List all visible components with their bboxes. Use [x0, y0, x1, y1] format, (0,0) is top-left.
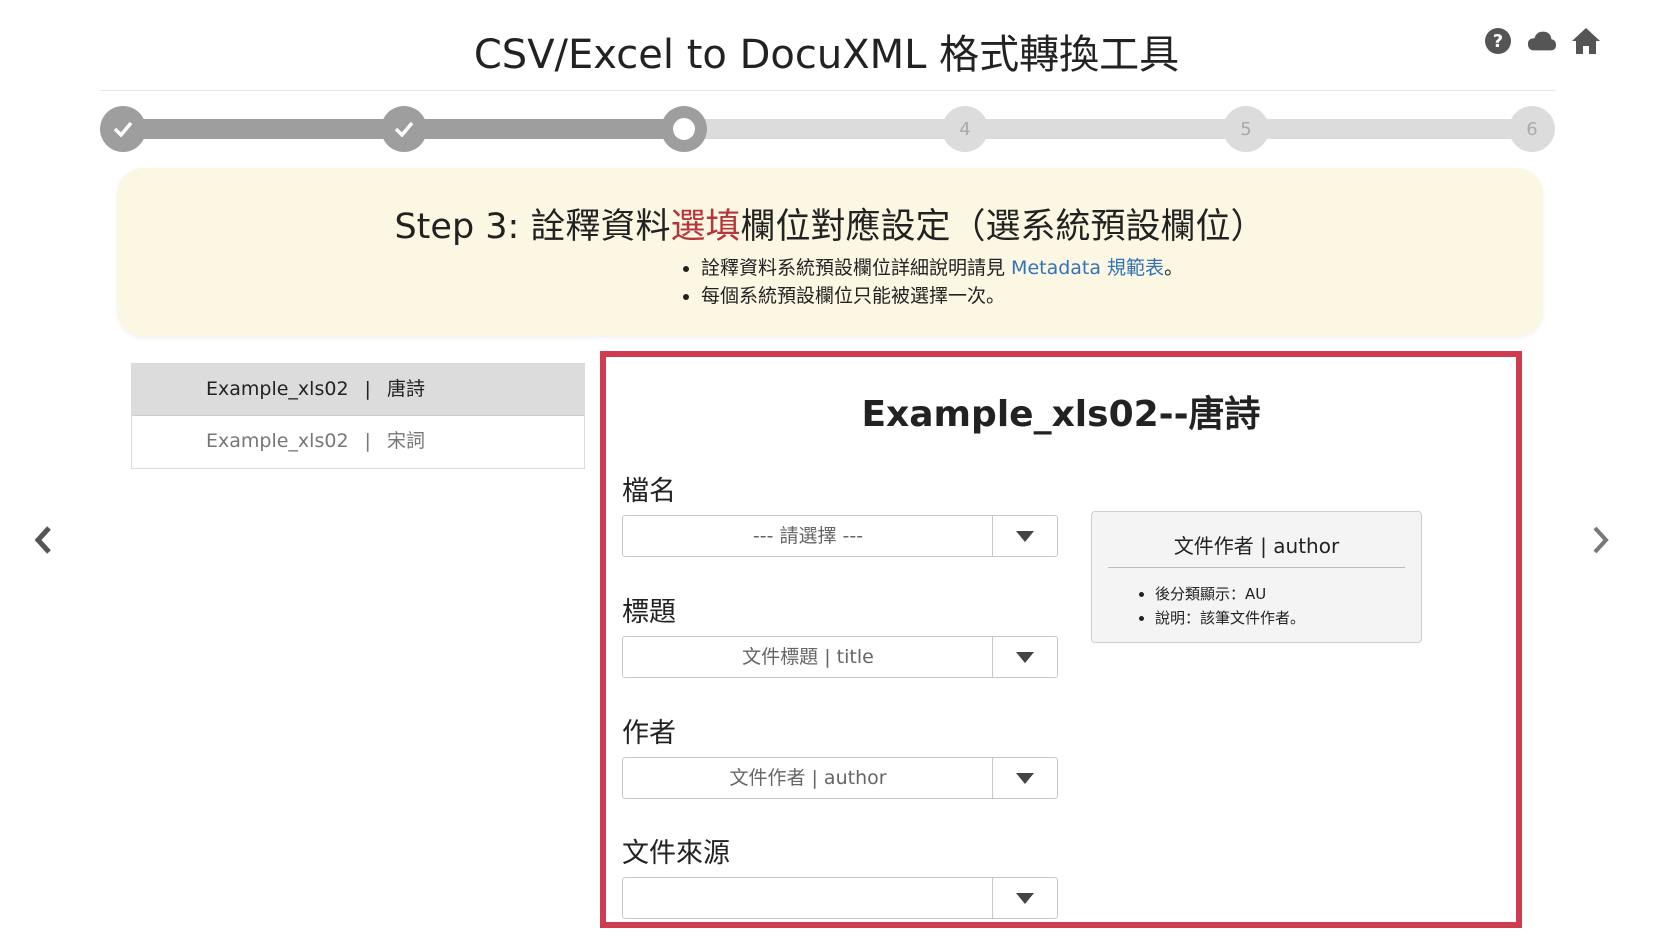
next-arrow-icon[interactable] [1586, 520, 1616, 560]
step-heading-prefix: Step 3: 詮釋資料 [394, 207, 671, 247]
sheet-file-name: Example_xls02 [206, 378, 349, 400]
caret-down-icon[interactable] [992, 878, 1057, 918]
step-3[interactable] [661, 106, 707, 152]
field-label-author: 作者 [622, 718, 676, 749]
instruction-item: 每個系統預設欄位只能被選擇一次。 [701, 282, 1183, 310]
author-select[interactable]: 文件作者 | author [622, 757, 1058, 799]
instructions-banner: Step 3: 詮釋資料選填欄位對應設定（選系統預設欄位） 詮釋資料系統預設欄位… [117, 168, 1543, 336]
sheet-item-tang[interactable]: Example_xls02 | 唐詩 [132, 364, 584, 416]
select-value [623, 878, 993, 918]
step-1[interactable] [100, 106, 146, 152]
select-value: --- 請選擇 --- [752, 525, 864, 547]
field-label-source: 文件來源 [622, 838, 730, 869]
sheet-name: 唐詩 [386, 378, 425, 400]
check-icon [113, 121, 133, 137]
title-select[interactable]: 文件標題 | title [622, 636, 1058, 678]
step-heading-suffix: 欄位對應設定（選系統預設欄位） [740, 207, 1266, 247]
sheet-name: 宋詞 [386, 430, 425, 452]
instruction-item: 詮釋資料系統預設欄位詳細說明請見 Metadata 規範表。 [701, 254, 1183, 282]
caret-down-icon[interactable] [992, 516, 1057, 556]
step-5[interactable]: 5 [1223, 106, 1269, 152]
select-value: 文件作者 | author [729, 767, 887, 789]
filename-select[interactable]: --- 請選擇 --- [622, 515, 1058, 557]
title-divider [100, 90, 1555, 91]
sheet-separator: | [364, 430, 371, 452]
caret-down-icon[interactable] [992, 758, 1057, 798]
progress-stepper: 4 5 6 [100, 106, 1555, 152]
sheet-item-song[interactable]: Example_xls02 | 宋詞 [132, 416, 584, 467]
instruction-end: 。 [1164, 257, 1184, 279]
current-step-dot [673, 118, 695, 140]
prev-arrow-icon[interactable] [28, 520, 58, 560]
info-card-item: 後分類顯示：AU [1155, 582, 1421, 606]
check-icon [394, 121, 414, 137]
sheet-list: Example_xls02 | 唐詩 Example_xls02 | 宋詞 [131, 363, 585, 469]
info-card-item: 說明：該筆文件作者。 [1155, 606, 1421, 630]
info-card-title: 文件作者 | author [1108, 530, 1405, 568]
field-label-title: 標題 [622, 597, 676, 628]
instruction-text: 詮釋資料系統預設欄位詳細說明請見 [701, 257, 1012, 279]
instructions-list: 詮釋資料系統預設欄位詳細說明請見 Metadata 規範表。 每個系統預設欄位只… [677, 254, 1183, 310]
metadata-spec-link[interactable]: Metadata 規範表 [1011, 257, 1164, 279]
step-heading: Step 3: 詮釋資料選填欄位對應設定（選系統預設欄位） [117, 198, 1543, 249]
sheet-separator: | [364, 378, 371, 400]
step-6[interactable]: 6 [1509, 106, 1555, 152]
step-4[interactable]: 4 [942, 106, 988, 152]
step-2[interactable] [381, 106, 427, 152]
info-card-list: 後分類顯示：AU 說明：該筆文件作者。 [1092, 582, 1421, 630]
sheet-file-name: Example_xls02 [206, 430, 349, 452]
field-info-card: 文件作者 | author 後分類顯示：AU 說明：該筆文件作者。 [1091, 511, 1422, 643]
caret-down-icon[interactable] [992, 637, 1057, 677]
field-label-filename: 檔名 [622, 476, 676, 507]
select-value: 文件標題 | title [742, 646, 874, 668]
page-title: CSV/Excel to DocuXML 格式轉換工具 [473, 32, 1180, 78]
field-mapping-panel: Example_xls02--唐詩 檔名 --- 請選擇 --- 標題 文件標題… [600, 351, 1522, 928]
panel-title: Example_xls02--唐詩 [861, 394, 1261, 435]
step-heading-highlight: 選填 [670, 207, 741, 247]
source-select[interactable] [622, 877, 1058, 919]
